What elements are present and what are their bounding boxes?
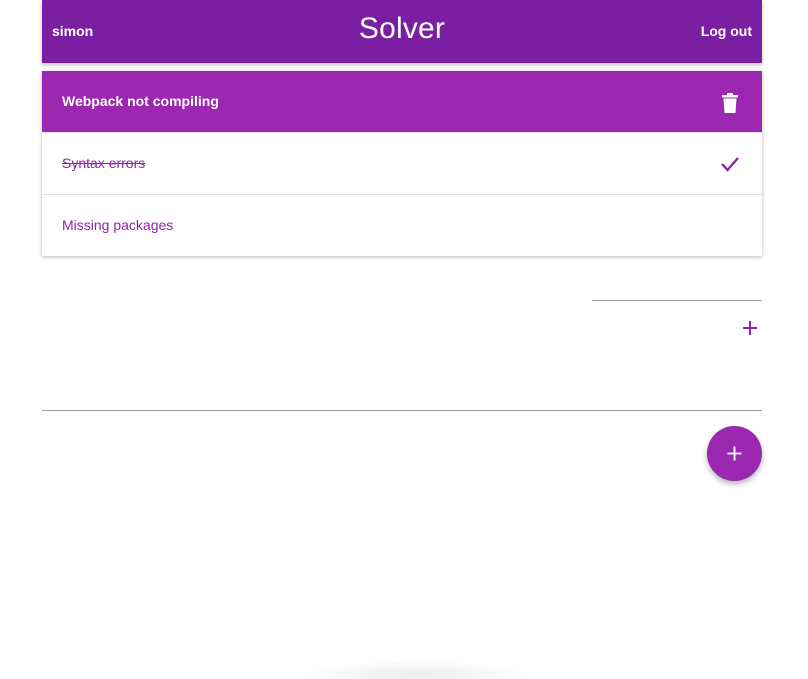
app-header: simon Solver Log out [42,0,762,63]
task-row[interactable]: Syntax errors [42,132,762,194]
new-card-underline [42,410,762,411]
task-label: Missing packages [62,217,174,233]
task-row[interactable]: Missing packages [42,194,762,256]
bottom-shadow [300,660,530,679]
task-label: Syntax errors [62,155,146,171]
add-task-field [592,300,762,350]
add-card-button[interactable] [707,426,762,481]
new-card-input[interactable] [42,380,686,410]
app-title: Solver [358,12,446,45]
trash-icon[interactable] [722,93,738,113]
check-icon[interactable] [720,155,740,173]
plus-icon[interactable] [742,320,758,336]
card-header: Webpack not compiling [42,71,762,132]
app-root: simon Solver Log out Webpack not compili… [0,0,808,679]
problem-card: Webpack not compiling Syntax errors Miss… [42,71,762,256]
logout-button[interactable]: Log out [701,23,752,39]
add-task-input[interactable] [592,302,736,330]
plus-icon [727,446,742,461]
card-title: Webpack not compiling [62,93,219,109]
add-task-underline [592,300,762,301]
